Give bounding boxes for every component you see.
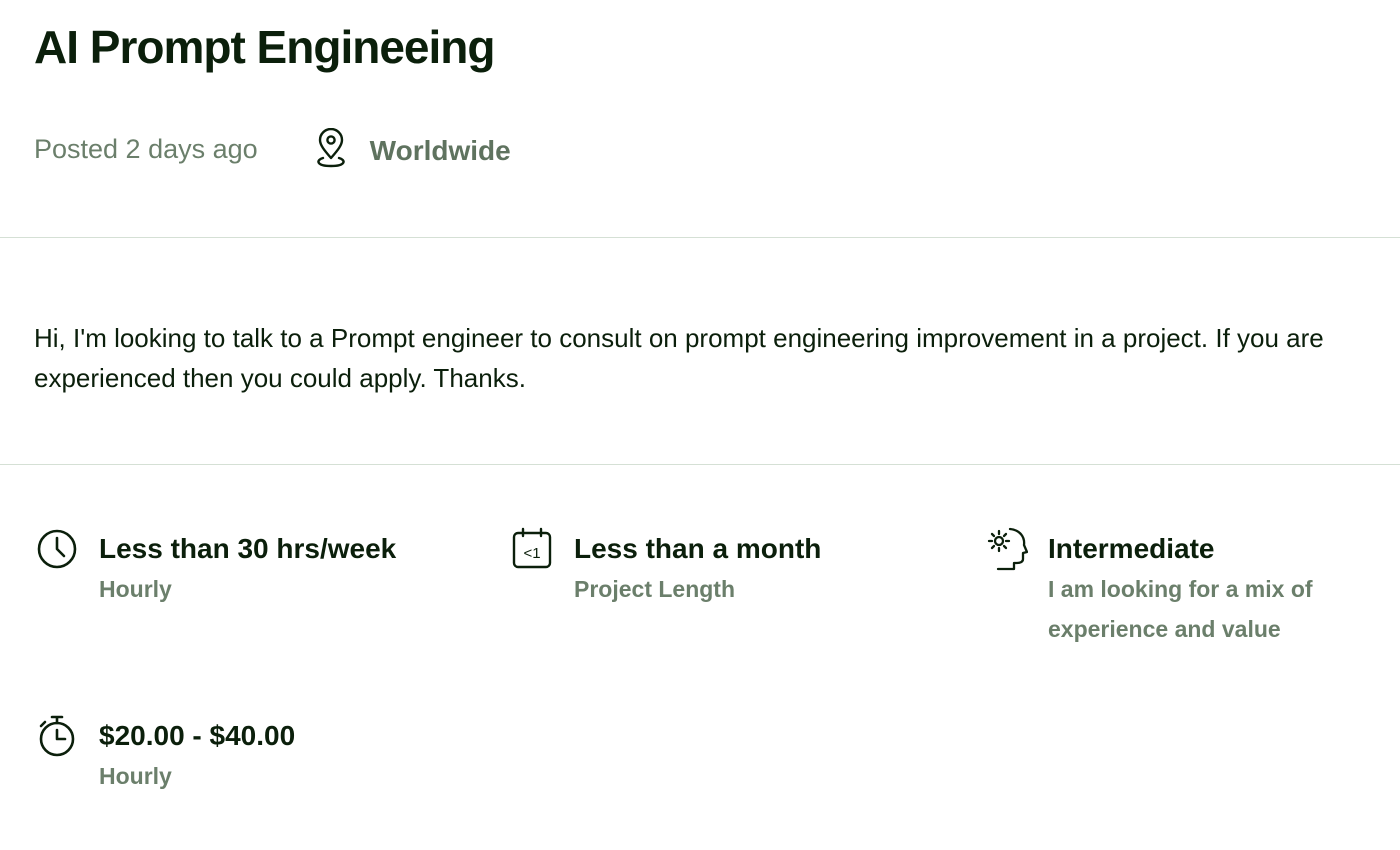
feature-workload-label: Hourly [99,576,172,602]
job-description: Hi, I'm looking to talk to a Prompt engi… [34,323,1324,393]
feature-experience: Intermediate I am looking for a mix of e… [984,527,1348,649]
map-pin-icon [316,128,345,168]
job-features: Less than 30 hrs/week Hourly <1 Less tha… [0,465,1400,850]
posted-date: Posted 2 days ago [34,133,258,164]
clock-icon [37,529,77,569]
feature-rate-value: $20.00 - $40.00 [99,720,296,751]
feature-duration-value: Less than a month [574,533,822,564]
feature-duration: <1 Less than a month Project Length [510,527,821,609]
feature-workload: Less than 30 hrs/week Hourly [35,527,396,609]
feature-experience-value: Intermediate [1048,533,1215,564]
calendar-icon: <1 [512,527,552,569]
job-details-page: AI Prompt Engineeing Posted 2 days ago W… [0,0,1400,850]
job-title: AI Prompt Engineeing [34,21,495,73]
location-label: Worldwide [369,135,511,166]
feature-duration-label: Project Length [574,576,736,602]
job-meta: Posted 2 days ago Worldwide [34,128,511,170]
job-description-section: Hi, I'm looking to talk to a Prompt engi… [0,238,1400,465]
feature-workload-value: Less than 30 hrs/week [99,533,397,564]
feature-rate-label: Hourly [99,763,172,789]
expertise-head-gear-icon [987,527,1028,571]
svg-text:<1: <1 [523,545,540,562]
job-header: AI Prompt Engineeing Posted 2 days ago W… [0,0,1400,238]
stopwatch-icon [39,715,75,757]
job-location: Worldwide [312,128,511,170]
feature-experience-label: I am looking for a mix of experience and… [1048,576,1313,642]
feature-rate: $20.00 - $40.00 Hourly [35,714,295,796]
